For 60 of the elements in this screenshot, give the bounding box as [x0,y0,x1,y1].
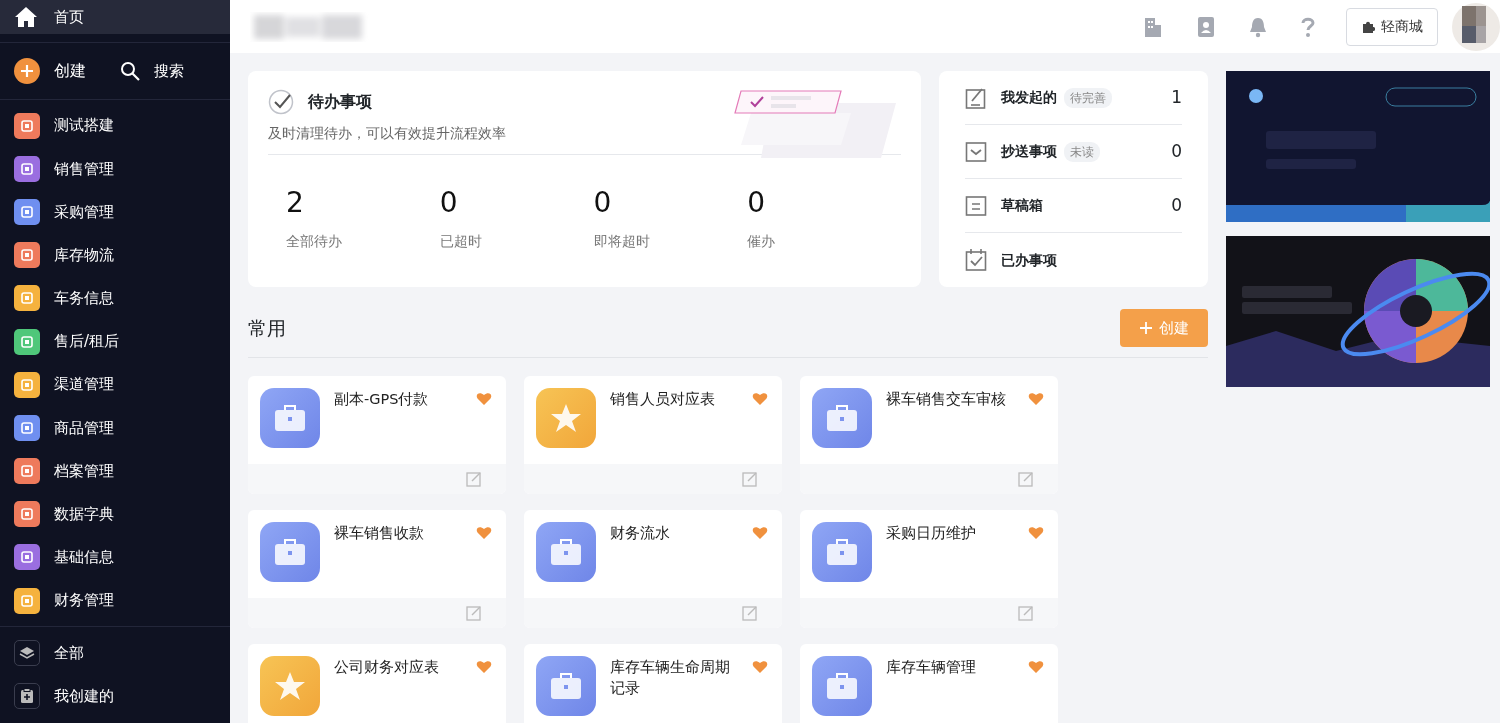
app-name: 库存车辆生命周期记录 [610,658,731,698]
app-card[interactable]: 采购日历维护 [800,510,1058,628]
app-name: 销售人员对应表 [610,390,716,409]
status-tag: 待完善 [1064,87,1112,108]
sidebar-item[interactable]: 售后/租后 [0,319,230,364]
app-card[interactable]: 销售人员对应表 [524,376,782,494]
app-name: 财务流水 [610,524,671,543]
stat-label[interactable]: 即将超时 [593,231,650,252]
sidebar-item[interactable]: 车务信息 [0,276,230,320]
stat-value: 0 [439,189,458,217]
task-count: 0 [1171,139,1182,163]
app-card[interactable]: 库存车辆生命周期记录 [524,644,782,723]
task-count: 1 [1171,85,1182,109]
sidebar-item[interactable]: 财务管理 [0,579,230,623]
app-card[interactable]: 财务流水 [524,510,782,628]
task-label: 草稿箱 [1001,196,1043,215]
task-label: 抄送事项 [1001,142,1057,161]
todo-title: 待办事项 [308,91,372,113]
app-name: 裸车销售收款 [334,524,425,543]
task-label: 我发起的 [1001,88,1057,107]
stat-label[interactable]: 催办 [747,231,776,252]
app-name: 公司财务对应表 [334,658,440,677]
sidebar-item[interactable]: 销售管理 [0,147,230,191]
todo-subtitle: 及时清理待办，可以有效提升流程效率 [268,124,506,143]
home-nav-item[interactable]: 首页 [0,0,230,34]
task-row[interactable]: 我发起的 待完善 1 [965,71,1182,125]
section-title: 常用 [248,315,286,341]
app-name: 副本-GPS付款 [334,390,430,409]
app-card[interactable]: 副本-GPS付款 [248,376,506,494]
stat-label[interactable]: 已超时 [439,231,482,252]
app-name: 库存车辆管理 [886,658,977,677]
task-row[interactable]: 草稿箱 0 [965,179,1182,233]
sidebar-item[interactable]: 渠道管理 [0,363,230,407]
sidebar-item[interactable]: 数据字典 [0,492,230,536]
sidebar-item[interactable]: 基础信息 [0,535,230,580]
create-link[interactable]: 创建 [14,58,86,84]
task-count: 0 [1171,193,1182,217]
sidebar-item[interactable]: 测试搭建 [0,104,230,148]
task-label: 已办事项 [1001,250,1057,270]
app-card[interactable]: 公司财务对应表 [248,644,506,723]
sidebar-item[interactable]: 我创建的 [0,674,230,718]
app-card[interactable]: 库存车辆管理 [800,644,1058,723]
task-row[interactable]: 抄送事项 未读 0 [965,125,1182,179]
task-row[interactable]: 已办事项 [965,233,1182,287]
mall-button[interactable]: 轻商城 [1346,7,1438,46]
status-tag: 未读 [1064,141,1100,162]
sidebar-item[interactable]: 库存物流 [0,233,230,277]
app-name: 采购日历维护 [886,524,977,543]
sidebar-item[interactable]: 采购管理 [0,190,230,234]
stat-value: 2 [286,189,304,217]
sidebar-item[interactable]: 商品管理 [0,406,230,450]
search-link[interactable]: 搜索 [120,59,184,83]
stat-value: 0 [747,189,766,217]
app-card[interactable]: 裸车销售交车审核 [800,376,1058,494]
sidebar-item[interactable]: 档案管理 [0,449,230,493]
app-card[interactable]: 裸车销售收款 [248,510,506,628]
stat-value: 0 [593,189,612,217]
app-name: 裸车销售交车审核 [886,390,1007,409]
stat-label[interactable]: 全部待办 [286,231,342,252]
sidebar-item[interactable]: 全部 [0,631,230,675]
